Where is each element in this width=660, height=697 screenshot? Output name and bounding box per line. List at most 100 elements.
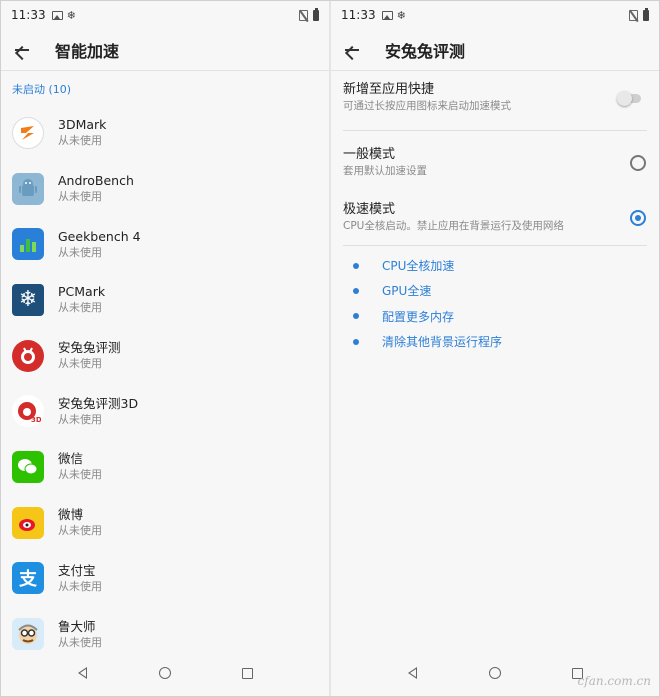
normal-mode-radio[interactable]	[630, 154, 646, 171]
setting-subtitle: CPU全核启动。禁止应用在背景运行及使用网络	[343, 220, 564, 232]
list-item-wechat[interactable]: 微信 从未使用	[1, 439, 329, 495]
app-bar: 安兔兔评测	[331, 29, 659, 71]
circle-home-icon	[158, 667, 171, 679]
snowflake-icon: ❄	[66, 8, 76, 22]
circle-home-icon	[488, 667, 501, 679]
list-item-pcmark[interactable]: ❄ PCMark 从未使用	[1, 272, 329, 328]
divider	[343, 245, 647, 246]
app-name: 微博	[58, 507, 84, 523]
list-item-3dmark[interactable]: 3DMark 从未使用	[1, 105, 329, 161]
wechat-icon	[12, 450, 44, 483]
setting-title: 新增至应用快捷	[343, 82, 435, 97]
status-time: 11:33	[11, 8, 46, 22]
app-name: PCMark	[58, 284, 106, 300]
navigation-bar	[1, 650, 329, 696]
nav-back-button[interactable]	[70, 661, 94, 685]
app-status: 从未使用	[58, 579, 102, 593]
list-item: CPU全核加速	[353, 253, 647, 278]
triangle-back-icon	[407, 667, 417, 679]
watermark: cfan.com.cn	[577, 674, 651, 688]
square-recents-icon	[242, 667, 254, 679]
status-bar: 11:33 ❄	[1, 1, 329, 29]
back-button[interactable]	[331, 29, 373, 71]
fast-mode-radio[interactable]	[630, 209, 646, 226]
antutu-3d-icon: 3D	[12, 395, 44, 428]
list-item-antutu-3d[interactable]: 3D 安兔兔评测3D 从未使用	[1, 383, 329, 439]
setting-title: 一般模式	[343, 147, 396, 162]
app-status: 从未使用	[58, 412, 102, 426]
app-status: 从未使用	[58, 635, 102, 649]
shortcut-setting-row[interactable]: 新增至应用快捷 可通过长按应用图标来启动加速模式	[343, 81, 647, 114]
image-notification-icon	[381, 10, 393, 20]
app-status: 从未使用	[58, 245, 102, 259]
feature-text: CPU全核加速	[382, 259, 455, 274]
androbench-icon	[12, 172, 44, 205]
section-header-not-started: 未启动 (10)	[12, 83, 72, 96]
app-name: 安兔兔评测3D	[58, 395, 139, 411]
bullet-icon	[353, 313, 359, 320]
page-title: 智能加速	[55, 41, 120, 61]
pcmark-icon: ❄	[12, 283, 44, 316]
app-status: 从未使用	[58, 301, 102, 315]
alipay-icon: 支	[12, 562, 44, 595]
snowflake-icon: ❄	[396, 8, 406, 22]
nav-recents-button[interactable]	[236, 661, 260, 685]
nav-home-button[interactable]	[153, 661, 177, 685]
3dmark-icon	[12, 116, 44, 149]
normal-mode-row[interactable]: 一般模式 套用默认加速设置	[343, 146, 647, 179]
back-arrow-icon	[15, 48, 29, 51]
svg-text:3D: 3D	[31, 416, 41, 424]
geekbench-icon	[12, 228, 44, 261]
list-item-geekbench[interactable]: Geekbench 4 从未使用	[1, 216, 329, 272]
app-name: AndroBench	[58, 173, 134, 189]
list-item-weibo[interactable]: 微博 从未使用	[1, 495, 329, 551]
app-name: 支付宝	[58, 562, 96, 578]
battery-icon	[313, 7, 319, 21]
app-status: 从未使用	[58, 190, 102, 204]
navigation-bar	[331, 650, 659, 696]
ludashi-icon	[12, 618, 44, 651]
fast-mode-row[interactable]: 极速模式 CPU全核启动。禁止应用在背景运行及使用网络	[343, 201, 647, 234]
battery-icon	[643, 7, 649, 21]
right-screen: 11:33 ❄ 安兔兔评测 新增至应用快捷 可通过长按应用图标来启动加速模式 一…	[331, 1, 659, 696]
feature-text: GPU全速	[382, 284, 432, 299]
list-item: 清除其他背景运行程序	[353, 329, 647, 354]
list-item-antutu[interactable]: 安兔兔评测 从未使用	[1, 328, 329, 384]
image-notification-icon	[51, 10, 63, 20]
bullet-icon	[353, 287, 359, 294]
list-item: GPU全速	[353, 278, 647, 303]
status-bar: 11:33 ❄	[331, 1, 659, 29]
app-status: 从未使用	[58, 524, 102, 538]
back-arrow-icon	[345, 48, 359, 51]
nav-home-button[interactable]	[483, 661, 507, 685]
app-status: 从未使用	[58, 357, 102, 371]
no-sim-icon	[629, 9, 638, 21]
bullet-icon	[353, 262, 359, 269]
feature-text: 清除其他背景运行程序	[382, 335, 503, 350]
app-name: 安兔兔评测	[58, 340, 121, 356]
list-item-androbench[interactable]: AndroBench 从未使用	[1, 161, 329, 217]
list-item-alipay[interactable]: 支 支付宝 从未使用	[1, 551, 329, 607]
back-button[interactable]	[1, 29, 43, 71]
list-item: 配置更多内存	[353, 304, 647, 329]
triangle-back-icon	[77, 667, 87, 679]
shortcut-toggle[interactable]	[617, 90, 643, 106]
app-name: 鲁大师	[58, 618, 96, 634]
status-time: 11:33	[341, 8, 376, 22]
antutu-icon	[12, 339, 44, 372]
feature-text: 配置更多内存	[382, 309, 455, 324]
bullet-icon	[353, 338, 359, 345]
setting-subtitle: 可通过长按应用图标来启动加速模式	[343, 100, 511, 112]
app-name: 3DMark	[58, 117, 107, 133]
nav-back-button[interactable]	[400, 661, 424, 685]
no-sim-icon	[299, 9, 308, 21]
left-screen: 11:33 ❄ 智能加速 未启动 (10) 3DMark 从未使用 AndroB…	[1, 1, 329, 696]
setting-title: 极速模式	[343, 202, 396, 217]
app-name: Geekbench 4	[58, 228, 141, 244]
setting-subtitle: 套用默认加速设置	[343, 165, 427, 177]
app-status: 从未使用	[58, 134, 102, 148]
app-name: 微信	[58, 451, 84, 467]
divider	[343, 130, 647, 131]
app-list: 3DMark 从未使用 AndroBench 从未使用 Geekbench 4 …	[1, 105, 329, 662]
feature-list: CPU全核加速 GPU全速 配置更多内存 清除其他背景运行程序	[353, 253, 647, 354]
